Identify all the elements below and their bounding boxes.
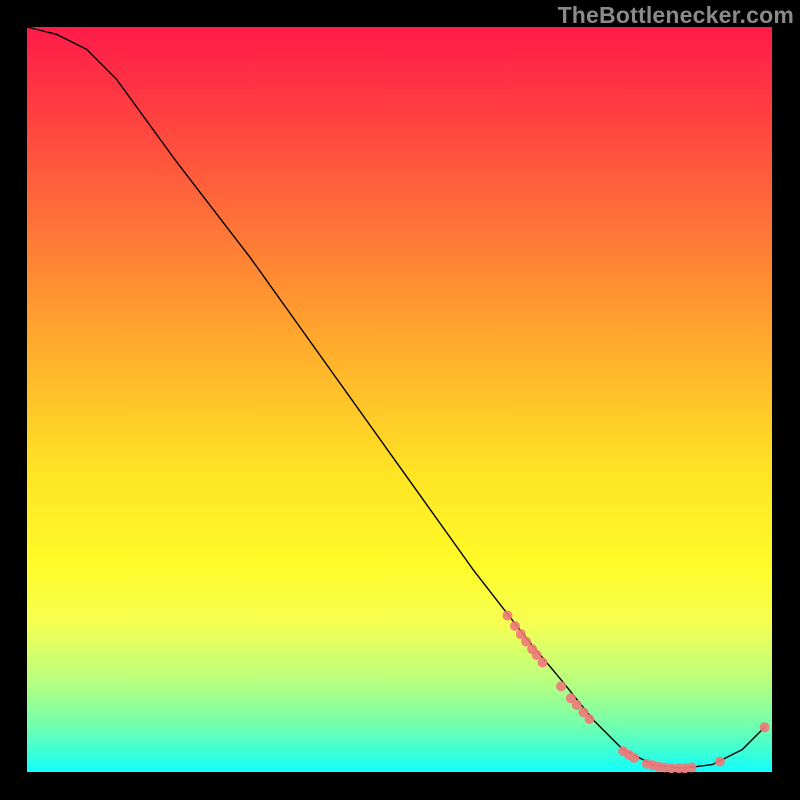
watermark-text: TheBottlenecker.com [558, 2, 794, 29]
data-point [572, 700, 582, 710]
data-point [760, 722, 770, 732]
data-point [556, 681, 566, 691]
data-points [503, 611, 770, 774]
data-point [503, 611, 513, 621]
plot-area [27, 27, 772, 772]
data-point [715, 757, 725, 767]
data-point [584, 714, 594, 724]
chart-container: TheBottlenecker.com [27, 0, 800, 783]
curve-line [27, 27, 765, 768]
data-point [629, 753, 639, 763]
data-point [510, 621, 520, 631]
data-point [538, 657, 548, 667]
data-point [687, 763, 697, 773]
chart-svg [27, 27, 772, 772]
